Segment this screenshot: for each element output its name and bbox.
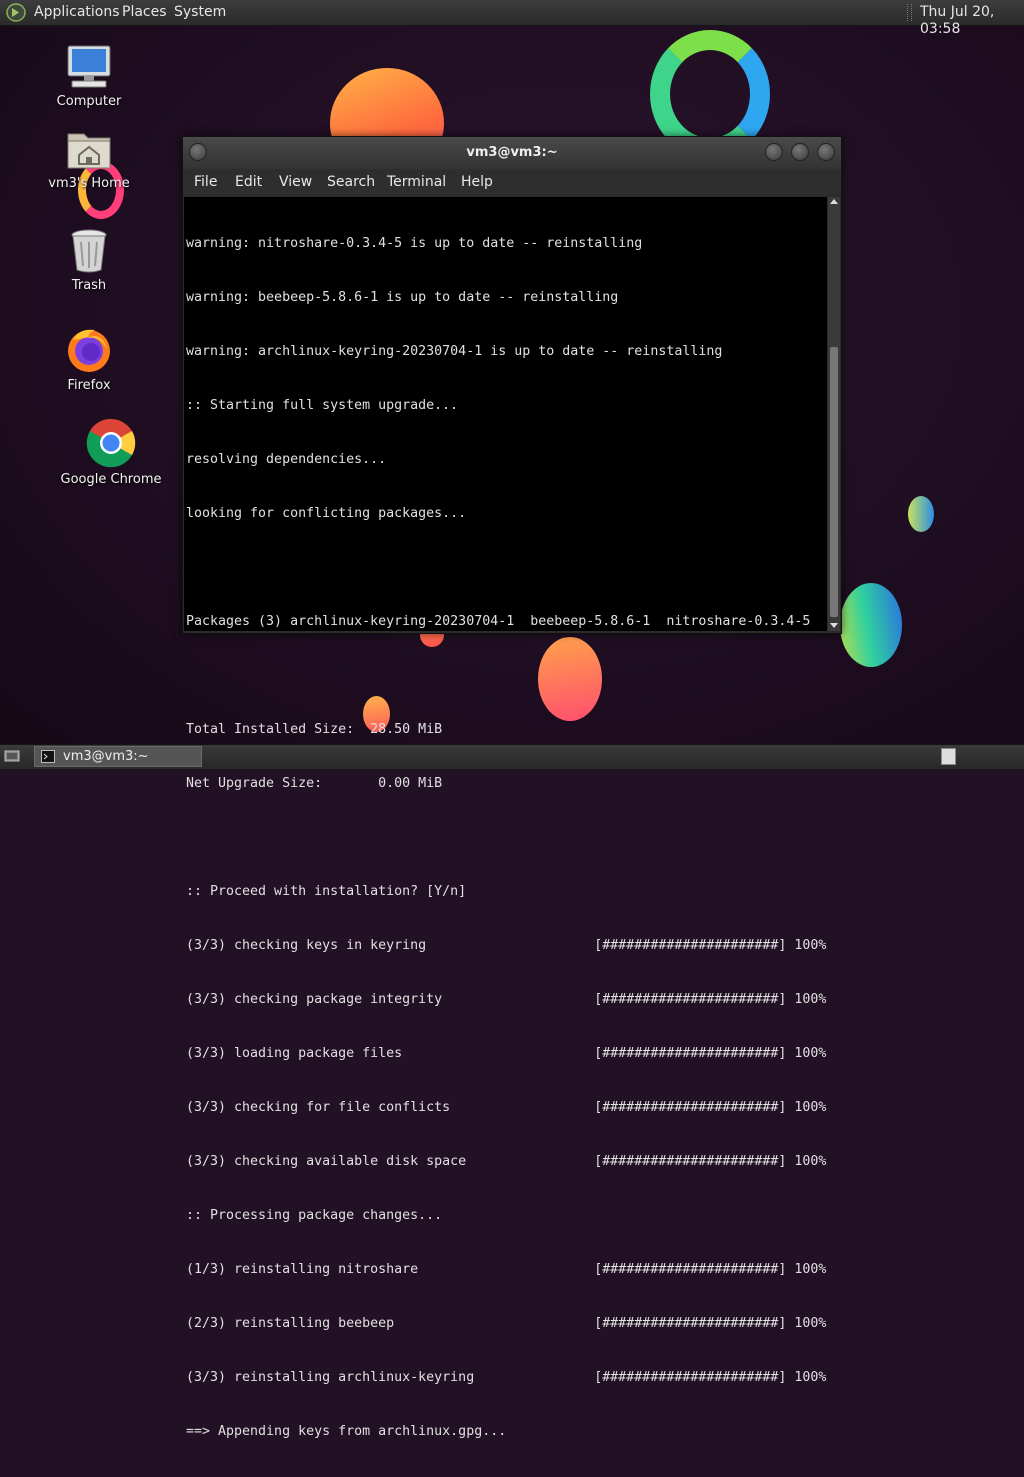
bottom-panel: vm3@vm3:~ [0, 744, 1024, 769]
chrome-icon [86, 418, 136, 468]
terminal-line: :: Proceed with installation? [Y/n] [186, 884, 467, 899]
desktop-icon-trash[interactable]: Trash [48, 228, 130, 293]
desktop-icon-label: vm3's Home [48, 176, 130, 191]
terminal-line: (3/3) checking package integrity [######… [186, 992, 827, 1007]
terminal-line: warning: archlinux-keyring-20230704-1 is… [186, 344, 723, 359]
terminal-line: (3/3) checking available disk space [###… [186, 1154, 827, 1169]
menu-help[interactable]: Help [461, 174, 493, 190]
terminal-line: (3/3) checking for file conflicts [#####… [186, 1100, 827, 1115]
desktop-icon-label: Trash [71, 278, 107, 293]
window-title: vm3@vm3:~ [466, 145, 558, 160]
menu-system[interactable]: System [174, 4, 226, 21]
terminal-line: (3/3) loading package files [###########… [186, 1046, 827, 1061]
show-desktop-icon[interactable] [4, 748, 20, 764]
scrollbar-thumb[interactable] [830, 347, 838, 617]
menu-terminal[interactable]: Terminal [387, 174, 446, 190]
menu-search[interactable]: Search [327, 174, 375, 190]
terminal-line: looking for conflicting packages... [186, 506, 467, 521]
scroll-up-arrow-icon[interactable] [830, 199, 838, 204]
mate-logo-icon[interactable] [6, 3, 26, 22]
terminal-line: resolving dependencies... [186, 452, 387, 467]
minimize-button[interactable] [765, 143, 783, 161]
terminal-lines: warning: nitroshare-0.3.4-5 is up to dat… [186, 199, 826, 1477]
desktop-icon-computer[interactable]: Computer [48, 44, 130, 109]
taskbar-button-label: vm3@vm3:~ [63, 749, 149, 764]
terminal-line: (1/3) reinstalling nitroshare [#########… [186, 1262, 827, 1277]
menu-view[interactable]: View [279, 174, 312, 190]
scroll-down-arrow-icon[interactable] [830, 623, 838, 628]
menu-applications[interactable]: Applications [34, 4, 120, 21]
trash-icon [71, 229, 107, 273]
terminal-line: (3/3) checking keys in keyring [########… [186, 938, 827, 953]
desktop-icon-chrome[interactable]: Google Chrome [56, 418, 166, 487]
terminal-line: :: Starting full system upgrade... [186, 398, 459, 413]
desktop-icon-home[interactable]: vm3's Home [44, 128, 134, 191]
close-button[interactable] [817, 143, 835, 161]
terminal-line: Total Installed Size: 28.50 MiB [186, 722, 443, 737]
firefox-icon [68, 329, 110, 372]
desktop-icon-label: Google Chrome [60, 472, 162, 487]
terminal-line: Net Upgrade Size: 0.00 MiB [186, 776, 443, 791]
decor-bubble [840, 583, 902, 667]
terminal-line: ==> Appending keys from archlinux.gpg... [186, 1424, 507, 1439]
window-titlebar[interactable]: vm3@vm3:~ [183, 137, 841, 169]
maximize-button[interactable] [791, 143, 809, 161]
terminal-line: (2/3) reinstalling beebeep [############… [186, 1316, 827, 1331]
terminal-menubar: File Edit View Search Terminal Help [183, 169, 841, 195]
terminal-line: Packages (3) archlinux-keyring-20230704-… [186, 614, 811, 629]
desktop-icon-label: Computer [56, 94, 122, 109]
terminal-window[interactable]: vm3@vm3:~ File Edit View Search Terminal… [182, 136, 842, 1439]
terminal-scrollbar[interactable] [828, 197, 840, 631]
home-folder-icon [67, 133, 111, 169]
terminal-output[interactable]: warning: nitroshare-0.3.4-5 is up to dat… [184, 197, 827, 1439]
taskbar-button-terminal[interactable]: vm3@vm3:~ [34, 746, 202, 767]
clock[interactable]: Thu Jul 20, 03:58 [920, 4, 1024, 38]
decor-bubble [908, 496, 934, 532]
terminal-line: warning: nitroshare-0.3.4-5 is up to dat… [186, 236, 643, 251]
desktop-icon-label: Firefox [67, 378, 111, 393]
top-panel: Applications Places System Thu Jul 20, 0… [0, 0, 1024, 37]
menu-places[interactable]: Places [122, 4, 167, 21]
panel-separator [907, 4, 912, 21]
workspace-switcher[interactable] [941, 748, 956, 765]
terminal-line: (3/3) reinstalling archlinux-keyring [##… [186, 1370, 827, 1385]
desktop-icon-firefox[interactable]: Firefox [48, 326, 130, 393]
computer-icon [67, 45, 111, 88]
menu-edit[interactable]: Edit [235, 174, 262, 190]
terminal-line: warning: beebeep-5.8.6-1 is up to date -… [186, 290, 619, 305]
terminal-line: :: Processing package changes... [186, 1208, 443, 1223]
terminal-icon [41, 750, 55, 763]
menu-file[interactable]: File [194, 174, 217, 190]
